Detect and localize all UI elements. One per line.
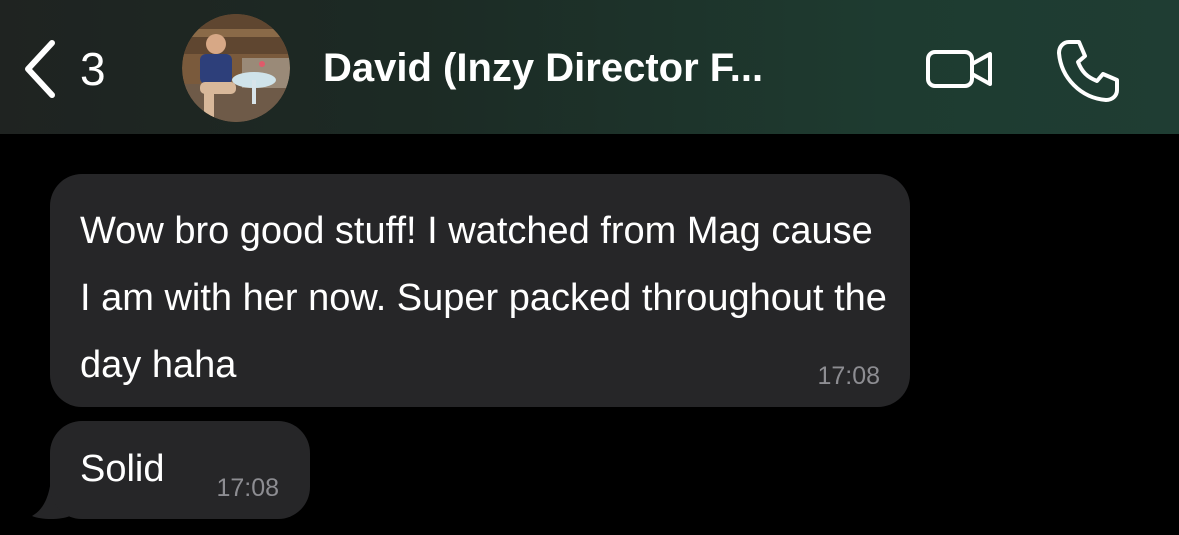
video-call-button[interactable] <box>925 46 995 92</box>
message-bubble[interactable]: Solid 17:08 <box>50 421 310 519</box>
voice-call-button[interactable] <box>1055 38 1121 104</box>
contact-name[interactable]: David (Inzy Director F... <box>323 44 763 92</box>
message-timestamp: 17:08 <box>216 474 279 502</box>
message-bubble[interactable]: Wow bro good stuff! I watched from Mag c… <box>50 174 910 407</box>
chevron-left-icon <box>22 39 58 99</box>
back-button[interactable]: 3 <box>22 34 106 104</box>
unread-count: 3 <box>80 43 106 95</box>
avatar[interactable] <box>182 14 290 122</box>
chat-screen: 3 David (Inzy Director F... Wow bro good… <box>0 0 1179 535</box>
video-camera-icon <box>925 50 995 96</box>
chat-header: 3 David (Inzy Director F... <box>0 0 1179 134</box>
phone-icon <box>1055 40 1121 108</box>
message-text: Solid <box>80 448 165 490</box>
message-timestamp: 17:08 <box>817 362 880 390</box>
message-text: Wow bro good stuff! I watched from Mag c… <box>80 210 887 386</box>
